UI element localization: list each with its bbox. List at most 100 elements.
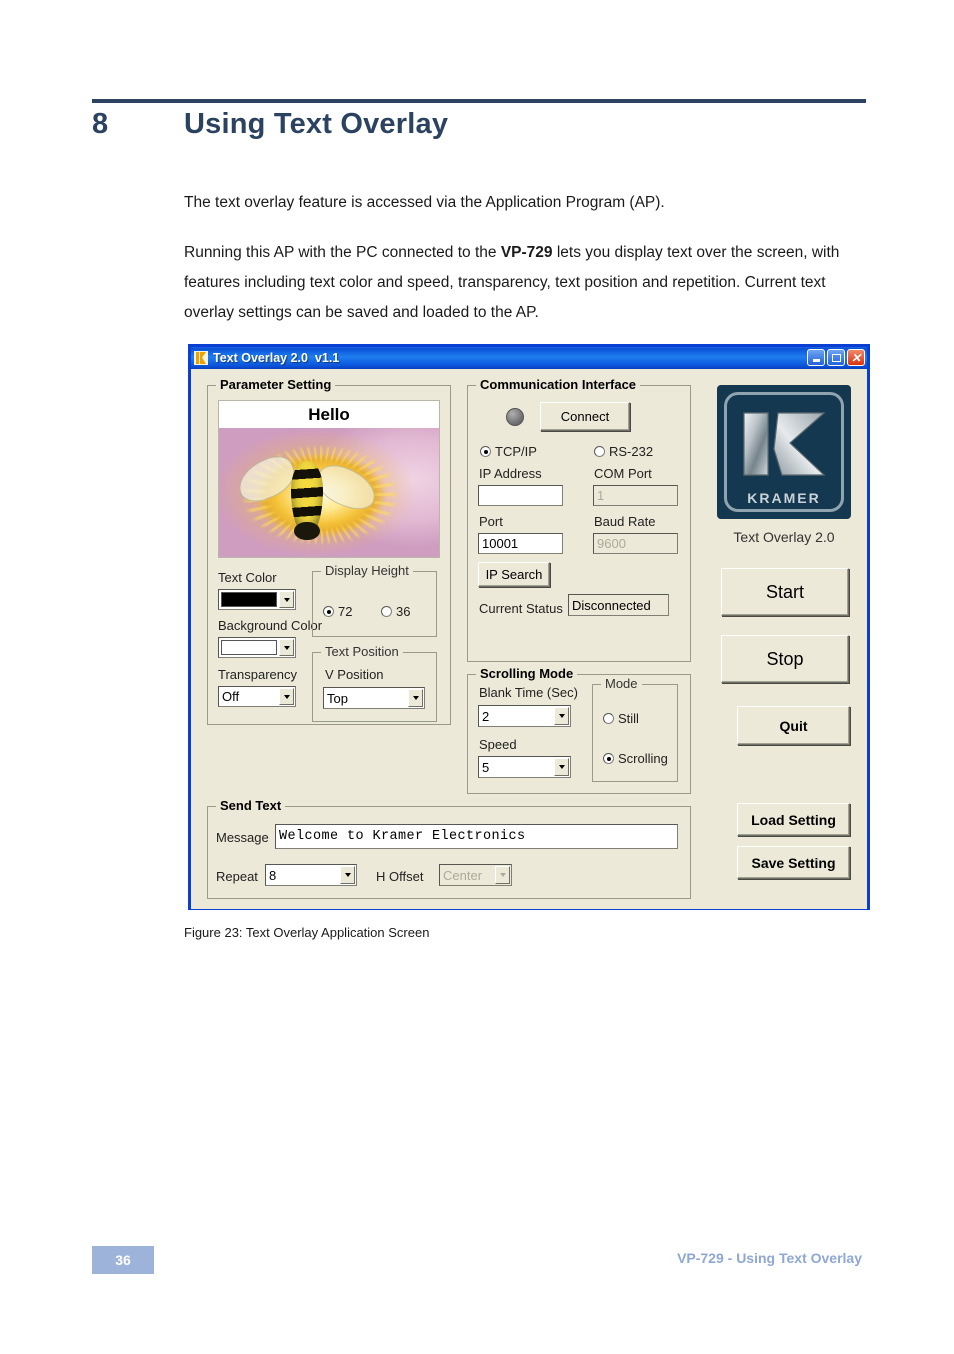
transparency-combo[interactable]: Off <box>218 686 296 707</box>
display-height-36-label: 36 <box>396 604 411 619</box>
current-status-label: Current Status <box>479 601 563 616</box>
display-height-72-label: 72 <box>338 604 353 619</box>
minimize-button[interactable] <box>807 349 825 366</box>
v-position-combo[interactable]: Top <box>323 687 425 709</box>
text-overlay-application-window: Text Overlay 2.0 v1.1 ✕ Parameter Settin… <box>188 344 870 910</box>
repeat-value: 8 <box>269 867 277 883</box>
com-port-label: COM Port <box>594 466 652 481</box>
message-input[interactable]: Welcome to Kramer Electronics <box>275 824 678 849</box>
com-port-input[interactable]: 1 <box>593 485 678 506</box>
display-height-radio-36[interactable]: 36 <box>381 604 410 619</box>
blank-time-combo[interactable]: 2 <box>478 705 571 727</box>
parameter-setting-title: Parameter Setting <box>216 377 336 392</box>
chevron-down-icon <box>495 866 510 884</box>
kramer-k-icon <box>194 351 208 365</box>
radio-icon <box>594 446 605 457</box>
text-color-swatch <box>221 592 277 607</box>
chevron-down-icon <box>279 639 294 656</box>
speed-combo[interactable]: 5 <box>478 756 571 778</box>
chapter-rule <box>92 99 866 103</box>
footer-page-number: 36 <box>92 1246 154 1274</box>
text-overlay-preview: Hello <box>218 400 440 558</box>
display-height-title: Display Height <box>321 563 413 578</box>
baud-rate-input[interactable]: 9600 <box>593 533 678 554</box>
speed-label: Speed <box>479 737 517 752</box>
mode-still-label: Still <box>618 711 639 726</box>
quit-button[interactable]: Quit <box>737 706 850 745</box>
figure-caption: Figure 23: Text Overlay Application Scre… <box>184 925 430 940</box>
send-text-group: Send Text Message Welcome to Kramer Elec… <box>207 798 691 899</box>
ip-search-button[interactable]: IP Search <box>478 562 550 587</box>
port-label: Port <box>479 514 503 529</box>
text-position-group: Text Position V Position Top <box>312 644 437 722</box>
mode-radio-scrolling[interactable]: Scrolling <box>603 751 668 766</box>
blank-time-label: Blank Time (Sec) <box>479 685 578 700</box>
load-setting-button[interactable]: Load Setting <box>737 803 850 836</box>
mode-group: Mode Still Scrolling <box>592 676 678 782</box>
speed-value: 5 <box>482 759 490 775</box>
chevron-down-icon <box>554 707 569 725</box>
v-position-label: V Position <box>325 667 384 682</box>
window-controls: ✕ <box>807 349 865 366</box>
rs232-label: RS-232 <box>609 444 654 459</box>
port-input[interactable]: 10001 <box>478 533 563 554</box>
background-color-label: Background Color <box>218 618 323 633</box>
close-button[interactable]: ✕ <box>847 349 865 366</box>
protocol-radio-rs232[interactable]: RS-232 <box>594 444 653 459</box>
page-title: 8 Using Text Overlay <box>92 108 882 141</box>
h-offset-combo[interactable]: Center <box>439 864 512 886</box>
connection-status-led <box>506 408 524 426</box>
maximize-button[interactable] <box>827 349 845 366</box>
intro-paragraph: The text overlay feature is accessed via… <box>184 194 665 211</box>
display-height-group: Display Height 72 36 <box>312 563 437 637</box>
transparency-label: Transparency <box>218 667 297 682</box>
communication-interface-group: Communication Interface Connect TCP/IP R… <box>467 377 691 662</box>
start-button[interactable]: Start <box>721 568 849 616</box>
footer-title: VP-729 - Using Text Overlay <box>677 1250 862 1266</box>
window-title: Text Overlay 2.0 v1.1 <box>213 351 340 365</box>
ip-address-label: IP Address <box>479 466 542 481</box>
message-label: Message <box>216 830 269 845</box>
bee-head <box>294 522 320 541</box>
kramer-wordmark: KRAMER <box>747 490 821 506</box>
description-paragraph: Running this AP with the PC connected to… <box>184 244 840 322</box>
blank-time-value: 2 <box>482 708 490 724</box>
parameter-setting-group: Parameter Setting Hello Text Color Backg… <box>207 377 451 725</box>
kramer-k-glyph <box>743 412 826 476</box>
radio-icon <box>603 713 614 724</box>
background-color-combo[interactable] <box>218 637 296 658</box>
stop-button[interactable]: Stop <box>721 635 849 683</box>
text-color-label: Text Color <box>218 570 277 585</box>
current-status-value: Disconnected <box>568 594 669 616</box>
save-setting-button[interactable]: Save Setting <box>737 846 850 879</box>
radio-icon <box>480 446 491 457</box>
protocol-radio-tcpip[interactable]: TCP/IP <box>480 444 537 459</box>
radio-icon <box>381 606 392 617</box>
preview-photo-bee-on-flower <box>219 428 439 557</box>
app-name-caption: Text Overlay 2.0 <box>733 529 835 545</box>
text-color-combo[interactable] <box>218 589 296 610</box>
mode-radio-still[interactable]: Still <box>603 711 639 726</box>
display-height-radio-72[interactable]: 72 <box>323 604 352 619</box>
chevron-down-icon <box>340 866 355 884</box>
h-offset-value: Center <box>443 867 483 883</box>
background-color-swatch <box>221 640 277 655</box>
transparency-value: Off <box>222 689 240 704</box>
repeat-combo[interactable]: 8 <box>265 864 357 886</box>
document-page: 8 Using Text Overlay The text overlay fea… <box>0 0 954 1354</box>
preview-banner-text: Hello <box>219 401 439 428</box>
product-name: VP-729 <box>500 244 553 261</box>
scrolling-mode-title: Scrolling Mode <box>476 666 578 681</box>
mode-scrolling-label: Scrolling <box>618 751 668 766</box>
connect-button[interactable]: Connect <box>540 402 630 431</box>
chevron-down-icon <box>279 591 294 608</box>
tcpip-label: TCP/IP <box>495 444 537 459</box>
radio-icon <box>323 606 334 617</box>
repeat-label: Repeat <box>216 869 258 884</box>
ip-address-input[interactable] <box>478 485 563 506</box>
baud-rate-label: Baud Rate <box>594 514 656 529</box>
text-position-title: Text Position <box>321 644 403 659</box>
chevron-down-icon <box>554 758 569 776</box>
window-titlebar[interactable]: Text Overlay 2.0 v1.1 ✕ <box>191 347 867 369</box>
communication-interface-title: Communication Interface <box>476 377 641 392</box>
